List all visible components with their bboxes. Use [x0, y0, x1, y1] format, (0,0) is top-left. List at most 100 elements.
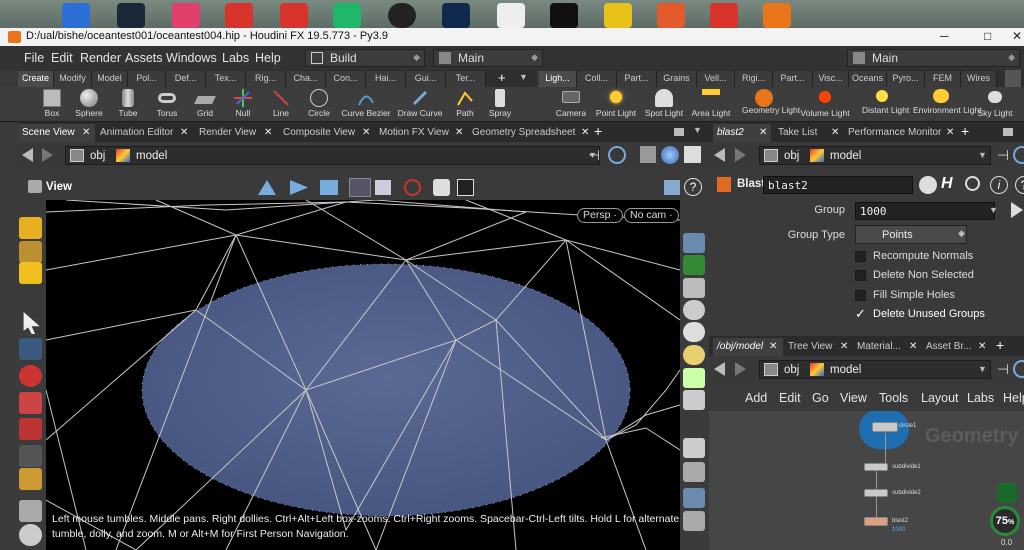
select-icon[interactable] — [19, 217, 42, 239]
scale-icon[interactable] — [19, 418, 42, 440]
close-tab-icon[interactable]: ✕ — [946, 127, 954, 138]
sky-light-tool[interactable]: Sky Light — [975, 87, 1015, 122]
shelf-tab-characters[interactable]: Cha... — [286, 71, 326, 87]
tab-tree-view[interactable]: Tree View ✕ — [784, 338, 852, 356]
substance-icon[interactable] — [710, 3, 738, 28]
info-icon[interactable]: i — [990, 176, 1008, 194]
handle-icon[interactable] — [320, 180, 338, 195]
line-tool[interactable]: Line — [265, 87, 297, 122]
pointer-icon[interactable] — [23, 312, 40, 334]
net-menu-go[interactable]: Go — [812, 391, 829, 405]
hda-icon[interactable]: H — [941, 175, 953, 193]
path-field[interactable]: obj model ▼ — [759, 360, 991, 379]
ghost-icon[interactable] — [683, 322, 705, 342]
shelf-scroll-icon[interactable] — [1005, 70, 1021, 87]
houdini-icon[interactable] — [763, 3, 791, 28]
box-tool[interactable]: Box — [36, 87, 68, 122]
geometry-light-tool[interactable]: Geometry Light — [742, 87, 800, 122]
path-model[interactable]: model — [830, 364, 861, 376]
link-icon[interactable] — [608, 146, 626, 164]
vpn-icon[interactable] — [333, 3, 361, 28]
minimize-icon[interactable]: ─ — [940, 29, 949, 43]
shelf-tab-hair[interactable]: Hai... — [366, 71, 406, 87]
light-bulb-icon[interactable] — [683, 345, 705, 365]
add-tab-icon[interactable]: + — [594, 123, 602, 139]
shelf-tab-pyro[interactable]: Pyro... — [887, 71, 925, 87]
null-tool[interactable]: Null — [227, 87, 259, 122]
eye-icon[interactable] — [683, 438, 705, 458]
shelf-tab-model[interactable]: Model — [92, 71, 128, 87]
network-editor[interactable]: Geometry circle1 subdivide1 subdivide2 b… — [709, 411, 1024, 550]
close-icon[interactable]: ✕ — [1012, 29, 1022, 43]
net-menu-view[interactable]: View — [840, 391, 867, 405]
close-tab-icon[interactable]: ✕ — [581, 127, 589, 138]
nuke-icon[interactable] — [604, 3, 632, 28]
display-point-icon[interactable] — [683, 368, 705, 388]
geometry-icon[interactable] — [640, 146, 656, 163]
menu-help[interactable]: Help — [255, 51, 281, 65]
lock-camera-icon[interactable] — [683, 278, 705, 298]
record-icon[interactable] — [404, 179, 421, 196]
group-type-select[interactable]: Points — [855, 225, 967, 244]
view-tool-icon[interactable] — [19, 524, 42, 546]
environment-light-tool[interactable]: Environment Light — [913, 87, 982, 122]
node-blast2[interactable] — [864, 517, 888, 526]
path-dropdown-icon[interactable]: ▼ — [978, 364, 987, 374]
net-menu-tools[interactable]: Tools — [879, 391, 908, 405]
back-arrow-icon[interactable] — [714, 148, 725, 162]
transform-icon[interactable] — [290, 180, 308, 195]
pose-icon[interactable] — [19, 445, 42, 467]
net-menu-labs[interactable]: Labs — [967, 391, 994, 405]
tube-tool[interactable]: Tube — [112, 87, 144, 122]
net-menu-edit[interactable]: Edit — [779, 391, 801, 405]
node-name-field[interactable]: blast2 — [763, 176, 913, 194]
spray-tool[interactable]: Spray — [484, 87, 516, 122]
tab-animation-editor[interactable]: Animation Editor ✕ — [96, 124, 194, 142]
select-mode-icon[interactable] — [258, 180, 276, 195]
group-type-dropdown-icon[interactable]: ◆ — [958, 228, 965, 239]
display-icon[interactable] — [375, 180, 391, 195]
volume-light-tool[interactable]: Volume Light — [798, 87, 852, 122]
camera-menu[interactable]: No cam · — [624, 208, 679, 223]
shelf-tab-rigging[interactable]: Rig... — [246, 71, 286, 87]
pdf-editor-icon[interactable] — [280, 3, 308, 28]
menu-file[interactable]: File — [24, 51, 44, 65]
close-tab-icon[interactable]: ✕ — [909, 341, 917, 352]
path-dropdown-icon[interactable]: ▼ — [978, 150, 987, 160]
maximize-icon[interactable]: □ — [984, 29, 991, 43]
hide-icon[interactable] — [683, 462, 705, 482]
tab-obj-model[interactable]: /obj/model ✕ — [713, 338, 783, 356]
net-menu-help[interactable]: Help — [1003, 391, 1024, 405]
camera-tool[interactable]: Camera — [555, 87, 587, 122]
shelf-tab-collisions[interactable]: Coll... — [577, 71, 617, 87]
shelf-tab-lights[interactable]: Ligh... — [539, 71, 577, 87]
fill-simple-holes-checkbox[interactable] — [855, 290, 866, 301]
help-icon[interactable]: ? — [684, 178, 702, 196]
pdf-reader-icon[interactable] — [225, 3, 253, 28]
path-field[interactable]: obj model ▼ — [759, 146, 991, 165]
shelf-tab-fem[interactable]: FEM — [925, 71, 961, 87]
draw-curve-tool[interactable]: Draw Curve — [396, 87, 444, 122]
tab-performance-monitor[interactable]: Performance Monitor ✕ — [844, 124, 957, 142]
path-obj[interactable]: obj — [784, 150, 799, 162]
shelf-menu-icon[interactable]: ▼ — [519, 72, 528, 82]
tab-asset-browser[interactable]: Asset Br... ✕ — [922, 338, 990, 356]
shelf-tab-grains[interactable]: Grains — [657, 71, 697, 87]
shelf-tab-particles[interactable]: Part... — [617, 71, 657, 87]
delete-unused-groups-checkbox[interactable]: ✓ — [855, 307, 866, 320]
add-tab-icon[interactable]: + — [961, 123, 969, 139]
delete-non-selected-checkbox[interactable] — [855, 270, 866, 281]
shelf-tab-terrain[interactable]: Ter... — [446, 71, 486, 87]
tab-motion-fx-view[interactable]: Motion FX View ✕ — [375, 124, 467, 142]
path-obj[interactable]: obj — [90, 150, 105, 162]
close-tab-icon[interactable]: ✕ — [840, 341, 848, 352]
select-arrow-icon[interactable] — [1011, 202, 1023, 218]
shelf-tab-oceans[interactable]: Oceans — [849, 71, 887, 87]
shelf-tab-particle-fluids[interactable]: Part... — [773, 71, 813, 87]
shelf-tab-rigid[interactable]: Rigi... — [735, 71, 773, 87]
pane-maximize-icon[interactable] — [674, 128, 684, 136]
shelf-tab-texture[interactable]: Tex... — [206, 71, 246, 87]
search-icon[interactable] — [965, 176, 980, 191]
shelf-set-select[interactable]: Main ◆ — [433, 49, 543, 67]
menu-render[interactable]: Render — [80, 51, 121, 65]
